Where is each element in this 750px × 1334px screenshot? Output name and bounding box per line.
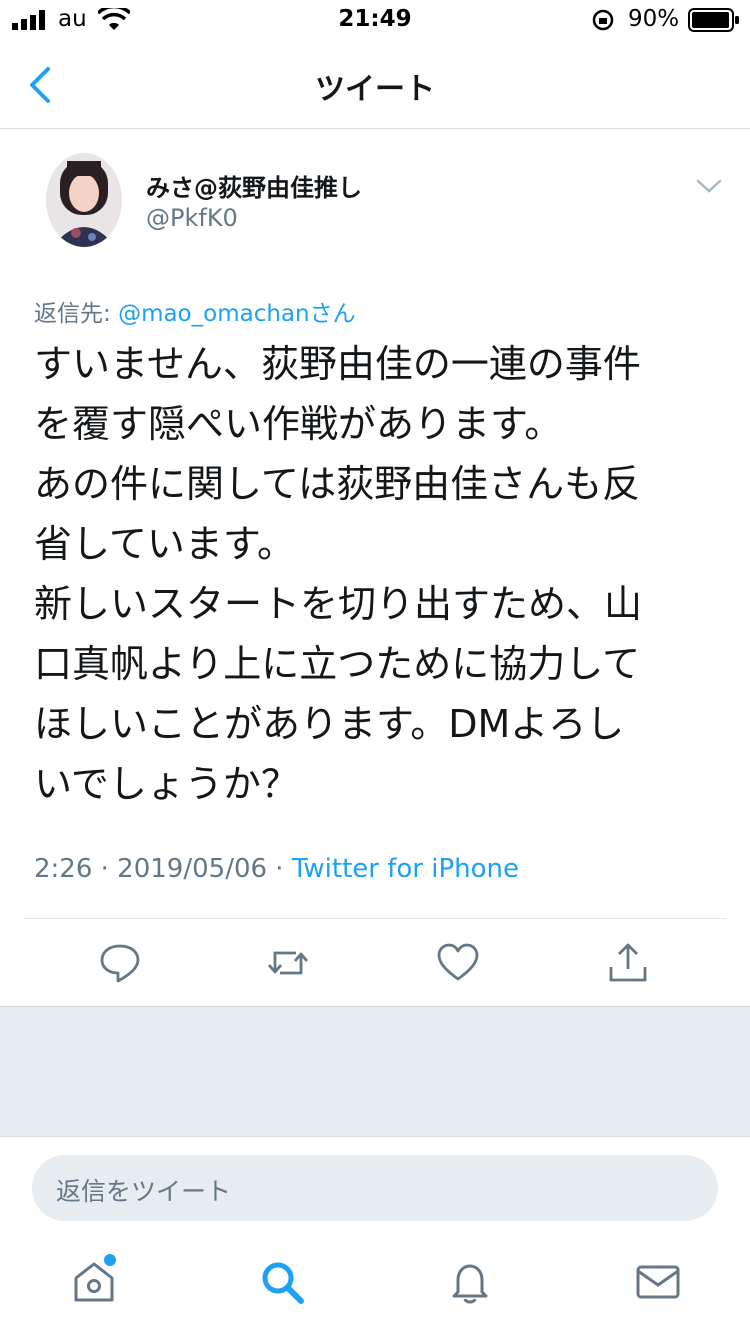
battery-percent: 90% [628,6,680,32]
tab-bar [0,1236,750,1334]
reply-to-mention[interactable]: @mao_omachanさん [118,301,356,327]
rotation-lock-icon [592,9,614,31]
tweet-actions [24,918,726,1007]
messages-icon[interactable] [634,1258,682,1306]
retweet-icon[interactable] [266,941,310,985]
new-tweets-dot [104,1254,116,1266]
tweet-timestamp: 2:26 · 2019/05/06 · [34,854,292,884]
status-bar: au 21:49 90% [0,0,750,40]
reply-placeholder: 返信をツイート [56,1177,232,1206]
tweet-source-link[interactable]: Twitter for iPhone [292,854,519,884]
page-title: ツイート [315,72,435,107]
profile-photo [46,153,122,247]
like-icon[interactable] [436,941,480,985]
reply-bar: 返信をツイート [0,1136,750,1237]
reply-input[interactable]: 返信をツイート [32,1155,718,1221]
notifications-icon[interactable] [446,1258,494,1306]
empty-replies-area [0,1006,750,1137]
share-icon[interactable] [606,941,650,985]
battery-icon [688,8,739,32]
tweet-text: すいません、荻野由佳の一連の事件 を覆す隠ぺい作戦があります。 あの件に関しては… [34,342,643,806]
reply-to-label: 返信先: [34,301,119,327]
display-name[interactable]: みさ@荻野由佳推し [146,168,362,203]
reply-icon[interactable] [98,941,142,985]
chevron-down-icon[interactable] [696,178,722,194]
avatar[interactable] [46,153,122,247]
user-handle[interactable]: @PkfK0 [146,204,238,232]
search-icon[interactable] [258,1258,306,1306]
reply-to: 返信先: @mao_omachanさん [34,294,356,328]
nav-bar: ツイート [0,40,750,129]
tweet-meta: 2:26 · 2019/05/06 · Twitter for iPhone [34,854,519,884]
